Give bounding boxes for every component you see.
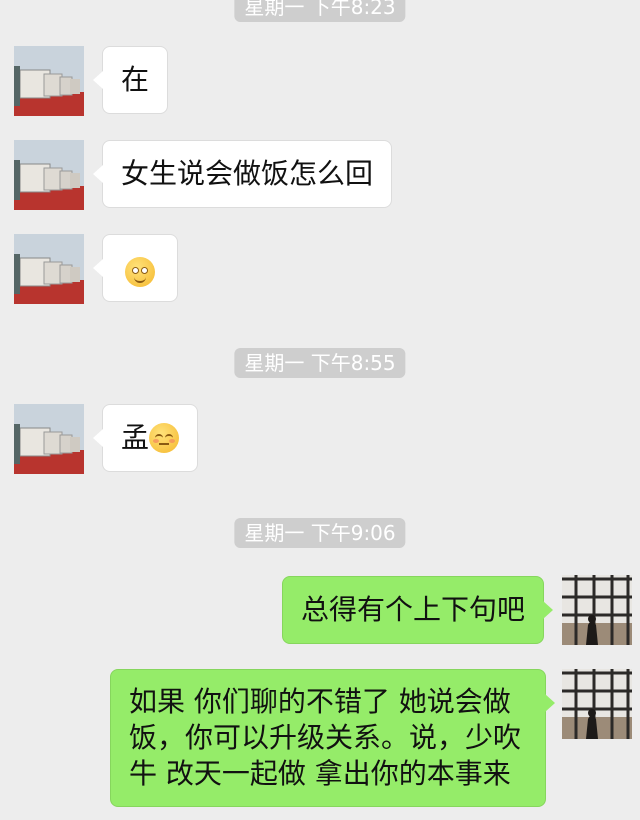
- message-bubble[interactable]: 孟: [93, 404, 199, 472]
- timestamp: 星期一 下午8:23: [234, 0, 406, 22]
- bubble-tail: [543, 601, 554, 619]
- message-text: 总得有个上下句吧: [301, 593, 526, 626]
- bubble-tail: [93, 165, 103, 183]
- message-bubble[interactable]: 在: [93, 46, 169, 114]
- bubble-tail: [93, 71, 103, 89]
- message-text: 在: [121, 63, 150, 96]
- contact-avatar[interactable]: [14, 46, 84, 116]
- message-bubble[interactable]: 总得有个上下句吧: [282, 576, 554, 644]
- bubble-tail: [93, 259, 103, 277]
- unamused-face-emoji: [149, 423, 180, 453]
- self-avatar[interactable]: [562, 669, 632, 739]
- timestamp: 星期一 下午8:55: [234, 348, 406, 378]
- message-text: 女生说会做饭怎么回: [121, 157, 374, 190]
- contact-avatar[interactable]: [14, 404, 84, 474]
- self-avatar[interactable]: [562, 575, 632, 645]
- message-bubble[interactable]: [93, 234, 178, 302]
- message-text: 孟: [121, 421, 150, 454]
- message-bubble[interactable]: 女生说会做饭怎么回: [93, 140, 393, 208]
- smiling-face-emoji: [125, 257, 155, 287]
- message-bubble[interactable]: 如果 你们聊的不错了 她说会做饭，你可以升级关系。说，少吹牛 改天一起做 拿出你…: [110, 669, 555, 807]
- contact-avatar[interactable]: [14, 234, 84, 304]
- bubble-tail: [93, 429, 103, 447]
- bubble-tail: [545, 694, 555, 712]
- contact-avatar[interactable]: [14, 140, 84, 210]
- timestamp: 星期一 下午9:06: [234, 518, 406, 548]
- message-text: 如果 你们聊的不错了 她说会做饭，你可以升级关系。说，少吹牛 改天一起做 拿出你…: [129, 685, 522, 790]
